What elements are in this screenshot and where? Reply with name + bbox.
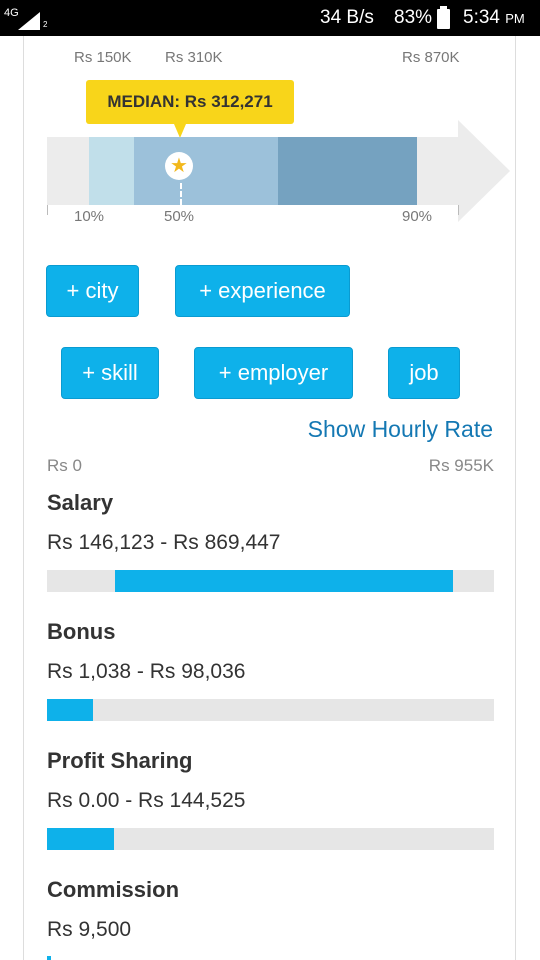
battery-icon <box>437 6 450 29</box>
scale-min-label: Rs 0 <box>47 456 82 475</box>
signal-icon <box>18 12 40 30</box>
profit-sharing-bar-track <box>47 828 494 850</box>
add-experience-button[interactable]: + experience <box>175 265 350 317</box>
status-bar: 4G 2 34 B/s 83% 5:34 PM <box>0 0 540 36</box>
commission-title: Commission <box>47 877 180 902</box>
star-icon: ★ <box>165 152 193 180</box>
bonus-title: Bonus <box>47 619 116 644</box>
card-border-left <box>23 36 24 960</box>
range-band-low <box>89 137 134 205</box>
profit-sharing-title: Profit Sharing <box>47 748 193 773</box>
median-line <box>180 183 182 205</box>
median-callout: MEDIAN: Rs 312,271 <box>86 80 294 138</box>
battery-percent: 83% <box>394 7 433 28</box>
commission-range: Rs 9,500 <box>47 918 132 941</box>
card-border-right <box>515 36 516 960</box>
show-hourly-rate-link[interactable]: Show Hourly Rate <box>270 416 493 443</box>
salary-range: Rs 146,123 - Rs 869,447 <box>47 531 281 554</box>
percentile-10-label: 10% <box>74 208 105 225</box>
clock-ampm: PM <box>505 11 525 26</box>
add-city-button[interactable]: + city <box>46 265 139 317</box>
range-band-mid <box>134 137 278 205</box>
add-skill-button[interactable]: + skill <box>61 347 159 399</box>
add-employer-button[interactable]: + employer <box>194 347 353 399</box>
sim-slot: 2 <box>43 20 48 29</box>
salary-bar-fill <box>115 570 453 592</box>
range-top-label-high: Rs 870K <box>402 49 460 66</box>
bonus-bar-fill <box>47 699 93 721</box>
axis-tick-start <box>47 205 48 215</box>
network-speed: 34 B/s <box>320 7 374 28</box>
range-top-label-mid: Rs 310K <box>165 49 223 66</box>
job-button[interactable]: job <box>388 347 460 399</box>
salary-title: Salary <box>47 490 114 515</box>
range-band-high <box>278 137 417 205</box>
profit-sharing-range: Rs 0.00 - Rs 144,525 <box>47 789 246 812</box>
salary-bar-track <box>47 570 494 592</box>
commission-bar-fill <box>47 956 51 960</box>
axis-tick-end <box>458 205 459 215</box>
scale-max-label: Rs 955K <box>428 456 494 475</box>
clock: 5:34 PM <box>463 7 525 29</box>
bonus-range: Rs 1,038 - Rs 98,036 <box>47 660 246 683</box>
network-type: 4G <box>4 7 19 19</box>
range-arrow-head <box>458 120 510 222</box>
clock-time: 5:34 <box>463 7 500 28</box>
bonus-bar-track <box>47 699 494 721</box>
profit-sharing-bar-fill <box>47 828 114 850</box>
percentile-50-label: 50% <box>164 208 195 225</box>
percentile-90-label: 90% <box>402 208 433 225</box>
range-top-label-low: Rs 150K <box>74 49 132 66</box>
